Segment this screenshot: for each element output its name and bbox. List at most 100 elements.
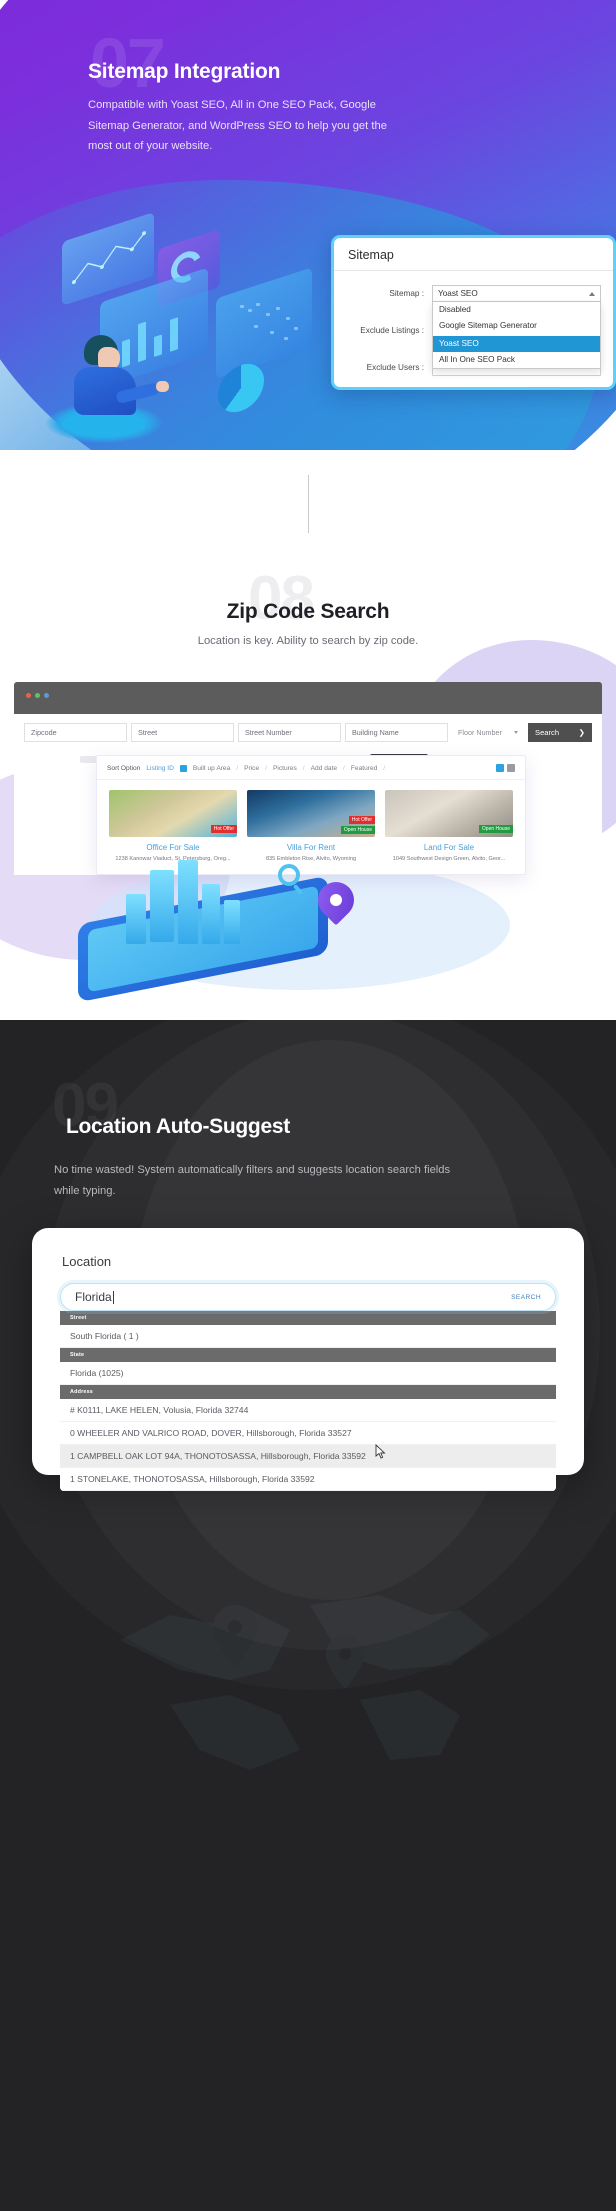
sort-option-price[interactable]: Price bbox=[244, 765, 259, 772]
zipcode-search-bar: Zipcode Street Street Number Building Na… bbox=[14, 714, 602, 750]
listing-title[interactable]: Villa For Rent bbox=[247, 843, 375, 852]
sort-option-pictures[interactable]: Pictures bbox=[273, 765, 297, 772]
listing-title[interactable]: Land For Sale bbox=[385, 843, 513, 852]
sort-bar: Sort Option Listing ID Built up Area / P… bbox=[97, 756, 525, 780]
section-sitemap-integration: 07 Sitemap Integration Compatible with Y… bbox=[0, 0, 616, 450]
city-phone-illustration bbox=[78, 860, 378, 1003]
sort-option-listing-id[interactable]: Listing ID bbox=[146, 765, 174, 772]
section-08-paragraph: Location is key. Ability to search by zi… bbox=[197, 635, 419, 647]
section-07-heading: Sitemap Integration bbox=[88, 60, 281, 83]
floor-number-label: Floor Number bbox=[458, 727, 502, 737]
listing-card[interactable]: Hot Offer Office For Sale 1238 Kanowar V… bbox=[109, 790, 237, 862]
sitemap-option-google-sitemap-generator[interactable]: Google Sitemap Generator bbox=[433, 318, 600, 335]
building bbox=[224, 900, 240, 944]
suggestion-item-south-florida[interactable]: South Florida ( 1 ) bbox=[60, 1325, 556, 1348]
list-view-icon[interactable] bbox=[507, 764, 515, 772]
grid-view-icon[interactable] bbox=[496, 764, 504, 772]
magnifier-icon bbox=[278, 864, 300, 886]
mouse-cursor-icon bbox=[375, 1444, 386, 1459]
close-icon[interactable] bbox=[26, 693, 31, 698]
building-name-input[interactable]: Building Name bbox=[345, 722, 448, 742]
location-search-input[interactable]: Florida SEARCH bbox=[60, 1283, 556, 1311]
suggestion-item-address-2[interactable]: 0 WHEELER AND VALRICO ROAD, DOVER, Hills… bbox=[60, 1422, 556, 1445]
sitemap-option-all-in-one-seo-pack[interactable]: All In One SEO Pack bbox=[433, 352, 600, 368]
section-09-paragraph: No time wasted! System automatically fil… bbox=[54, 1164, 451, 1197]
building bbox=[202, 884, 220, 944]
sort-option-featured[interactable]: Featured bbox=[351, 765, 377, 772]
sort-separator: / bbox=[265, 764, 267, 772]
sort-option-add-date[interactable]: Add date bbox=[311, 765, 337, 772]
divider-line bbox=[308, 475, 309, 533]
sort-direction-icon[interactable] bbox=[179, 764, 187, 772]
map-pin-icon bbox=[310, 874, 362, 928]
illustration-person bbox=[68, 335, 169, 425]
suggestion-item-address-1[interactable]: # K0111, LAKE HELEN, Volusia, Florida 32… bbox=[60, 1399, 556, 1422]
sort-separator: / bbox=[343, 764, 345, 772]
building bbox=[178, 860, 198, 944]
suggestion-item-address-4[interactable]: 1 STONELAKE, THONOTOSASSA, Hillsborough,… bbox=[60, 1468, 556, 1491]
sitemap-select[interactable]: Yoast SEO bbox=[432, 285, 601, 302]
zipcode-input[interactable]: Zipcode bbox=[24, 722, 127, 742]
floor-number-select[interactable]: Floor Number bbox=[452, 722, 524, 742]
street-input[interactable]: Street bbox=[131, 722, 234, 742]
exclude-listings-label: Exclude Listings : bbox=[360, 326, 424, 335]
sitemap-select-menu[interactable]: Disabled Google Sitemap Generator Yoast … bbox=[432, 302, 601, 369]
section-divider bbox=[0, 450, 616, 560]
listing-title[interactable]: Office For Sale bbox=[109, 843, 237, 852]
location-input-value: Florida bbox=[75, 1290, 112, 1304]
building bbox=[150, 870, 174, 942]
search-button-label: Search bbox=[535, 727, 560, 737]
location-card-title: Location bbox=[62, 1254, 112, 1269]
location-search-button[interactable]: SEARCH bbox=[511, 1294, 541, 1301]
sitemap-field-label: Sitemap : bbox=[389, 289, 424, 298]
browser-titlebar bbox=[14, 682, 602, 714]
sitemap-option-disabled[interactable]: Disabled bbox=[433, 302, 600, 318]
section-07-paragraph: Compatible with Yoast SEO, All in One SE… bbox=[88, 99, 387, 153]
listing-address: 1049 Southwest Design Green, Alvito, Geo… bbox=[392, 856, 506, 862]
view-toggle-group[interactable] bbox=[496, 764, 515, 772]
listing-card[interactable]: Hot Offer Open House Villa For Rent 835 … bbox=[247, 790, 375, 862]
arrow-right-icon: ❯ bbox=[578, 727, 585, 737]
sort-option-built-up-area[interactable]: Built up Area bbox=[193, 765, 230, 772]
search-button[interactable]: Search ❯ bbox=[528, 722, 592, 742]
window-controls[interactable] bbox=[14, 682, 602, 698]
location-autosuggest-card: Location Florida SEARCH Street South Flo… bbox=[32, 1228, 584, 1491]
chevron-down-icon bbox=[514, 730, 518, 734]
street-number-input[interactable]: Street Number bbox=[238, 722, 341, 742]
world-map-watermark bbox=[120, 1595, 490, 1770]
person-hand bbox=[156, 381, 169, 392]
sort-separator: / bbox=[236, 764, 239, 772]
sitemap-option-yoast-seo[interactable]: Yoast SEO bbox=[433, 335, 600, 352]
bar-4 bbox=[170, 317, 178, 352]
building bbox=[126, 894, 146, 944]
badge-hot-offer: Hot Offer bbox=[348, 815, 375, 824]
sitemap-field-row: Sitemap : Yoast SEO Disabled Google Site… bbox=[334, 280, 613, 369]
badge-open-house: Open House bbox=[478, 824, 513, 833]
bar-3 bbox=[154, 334, 162, 357]
suggestion-group-header-street: Street bbox=[60, 1311, 556, 1325]
sitemap-settings-card: Sitemap Sitemap : Yoast SEO Disabled Goo… bbox=[331, 235, 616, 390]
listings-panel: Sort Option Listing ID Built up Area / P… bbox=[96, 755, 526, 875]
listing-thumbnail: Open House bbox=[385, 790, 513, 837]
suggestion-list[interactable]: Street South Florida ( 1 ) State Florida… bbox=[60, 1311, 556, 1491]
section-09-heading: Location Auto-Suggest bbox=[66, 1115, 290, 1138]
exclude-users-label: Exclude Users : bbox=[366, 363, 424, 372]
listing-card[interactable]: Open House Land For Sale 1049 Southwest … bbox=[385, 790, 513, 862]
maximize-icon[interactable] bbox=[44, 693, 49, 698]
suggestion-group-header-address: Address bbox=[60, 1385, 556, 1399]
minimize-icon[interactable] bbox=[35, 693, 40, 698]
listing-thumbnail: Hot Offer Open House bbox=[247, 790, 375, 837]
sort-option-label: Sort Option bbox=[107, 764, 141, 772]
sort-separator: / bbox=[302, 764, 305, 772]
suggestion-item-florida[interactable]: Florida (1025) bbox=[60, 1362, 556, 1385]
world-map-dots bbox=[236, 299, 306, 355]
text-cursor bbox=[112, 1290, 114, 1304]
badge-hot-offer: Hot Offer bbox=[210, 824, 237, 833]
suggestion-item-address-3[interactable]: 1 CAMPBELL OAK LOT 94A, THONOTOSASSA, Hi… bbox=[60, 1445, 556, 1468]
sitemap-select-wrapper[interactable]: Yoast SEO Disabled Google Sitemap Genera… bbox=[432, 285, 601, 369]
badge-open-house: Open House bbox=[340, 825, 375, 834]
sort-separator: / bbox=[383, 764, 386, 772]
sitemap-select-value: Yoast SEO bbox=[438, 289, 478, 298]
sitemap-card-title: Sitemap bbox=[334, 238, 613, 271]
map-pin-hole bbox=[330, 894, 342, 906]
